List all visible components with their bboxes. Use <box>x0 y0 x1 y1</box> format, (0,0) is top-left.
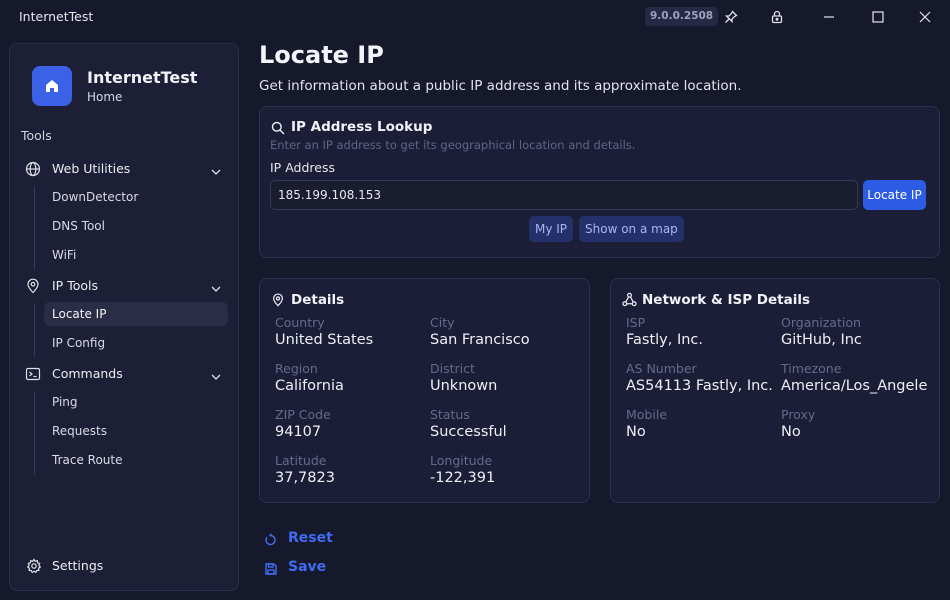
page-description: Get information about a public IP addres… <box>259 78 742 94</box>
minimize-icon[interactable] <box>818 6 840 28</box>
location-pin-icon <box>271 292 285 311</box>
nav-group-ip-tools[interactable]: IP Tools <box>14 273 234 299</box>
timezone-label: Timezone <box>781 361 842 376</box>
maximize-icon[interactable] <box>867 6 889 28</box>
globe-icon <box>25 161 41 177</box>
sidebar-item-requests[interactable]: Requests <box>44 419 228 443</box>
nav-group-label: Commands <box>52 366 123 381</box>
location-pin-icon <box>25 278 41 294</box>
brand-name: InternetTest <box>87 68 198 87</box>
reset-icon <box>264 532 278 551</box>
region-label: Region <box>275 361 318 376</box>
reset-label: Reset <box>288 530 333 546</box>
city-value: San Francisco <box>430 332 530 348</box>
proxy-label: Proxy <box>781 407 816 422</box>
details-title: Details <box>291 292 345 308</box>
latitude-value: 37,7823 <box>275 470 335 486</box>
terminal-icon <box>25 366 41 382</box>
my-ip-button[interactable]: My IP <box>529 216 574 242</box>
ip-lookup-card: IP Address Lookup Enter an IP address to… <box>259 106 940 258</box>
chevron-down-icon[interactable] <box>210 368 222 387</box>
nav-group-label: IP Tools <box>52 278 98 293</box>
settings-label: Settings <box>52 558 104 573</box>
status-label: Status <box>430 407 470 422</box>
sidebar-item-wifi[interactable]: WiFi <box>44 243 228 267</box>
home-icon[interactable] <box>32 66 72 106</box>
isp-label: ISP <box>626 315 646 330</box>
district-value: Unknown <box>430 378 498 394</box>
sidebar-item-ip-config[interactable]: IP Config <box>44 331 228 355</box>
locate-ip-button[interactable]: Locate IP <box>863 180 926 210</box>
as-number-value: AS54113 Fastly, Inc. <box>626 378 773 394</box>
settings-button[interactable]: Settings <box>14 554 234 578</box>
longitude-label: Longitude <box>430 453 493 468</box>
organization-label: Organization <box>781 315 861 330</box>
ip-address-label: IP Address <box>270 160 335 175</box>
version-badge: 9.0.0.2508 <box>645 7 719 26</box>
status-value: Successful <box>430 424 507 440</box>
show-on-map-button[interactable]: Show on a map <box>579 216 684 242</box>
chevron-down-icon[interactable] <box>210 280 222 299</box>
tools-section-label: Tools <box>21 128 52 143</box>
latitude-label: Latitude <box>275 453 327 468</box>
isp-value: Fastly, Inc. <box>626 332 704 348</box>
timezone-value: America/Los_Angeles <box>781 378 927 394</box>
zip-code-label: ZIP Code <box>275 407 331 422</box>
close-icon[interactable] <box>914 6 936 28</box>
sidebar: InternetTest Home Tools Web Utilities Do… <box>9 43 239 591</box>
city-label: City <box>430 315 455 330</box>
search-icon <box>271 120 285 139</box>
country-label: Country <box>275 315 325 330</box>
pin-icon[interactable] <box>720 6 742 28</box>
brand-subtitle: Home <box>87 90 123 104</box>
chevron-down-icon[interactable] <box>210 163 222 182</box>
sidebar-item-dns-tool[interactable]: DNS Tool <box>44 214 228 238</box>
country-value: United States <box>275 332 374 348</box>
title-bar: InternetTest 9.0.0.2508 <box>0 0 950 34</box>
sidebar-item-locate-ip[interactable]: Locate IP <box>44 302 228 326</box>
district-label: District <box>430 361 475 376</box>
nav-group-label: Web Utilities <box>52 161 131 176</box>
details-card: Details Country United States City San F… <box>259 278 590 503</box>
window-title: InternetTest <box>19 9 94 24</box>
nav-tree-line <box>34 391 35 475</box>
isp-card-content: Network & ISP Details ISP Fastly, Inc. O… <box>611 279 927 502</box>
page-title: Locate IP <box>259 41 384 69</box>
network-isp-card: Network & ISP Details ISP Fastly, Inc. O… <box>610 278 940 503</box>
zip-code-value: 94107 <box>275 424 322 440</box>
lock-icon[interactable] <box>766 6 788 28</box>
nav-tree-line <box>34 303 35 357</box>
save-label: Save <box>288 559 327 575</box>
region-value: California <box>275 378 344 394</box>
lookup-subtitle: Enter an IP address to get its geographi… <box>270 138 636 152</box>
nav-group-commands[interactable]: Commands <box>14 361 234 387</box>
mobile-label: Mobile <box>626 407 668 422</box>
sidebar-item-ping[interactable]: Ping <box>44 390 228 414</box>
longitude-value: -122,391 <box>430 470 496 486</box>
sidebar-item-trace-route[interactable]: Trace Route <box>44 448 228 472</box>
as-number-label: AS Number <box>626 361 697 376</box>
gear-icon <box>26 558 42 578</box>
save-icon <box>264 561 278 580</box>
ip-address-input[interactable] <box>270 180 858 210</box>
mobile-value: No <box>626 424 646 440</box>
organization-value: GitHub, Inc <box>781 332 862 348</box>
network-icon <box>622 292 637 311</box>
nav-group-web-utilities[interactable]: Web Utilities <box>14 156 234 182</box>
proxy-value: No <box>781 424 801 440</box>
isp-title: Network & ISP Details <box>642 292 811 308</box>
lookup-title: IP Address Lookup <box>291 119 433 135</box>
sidebar-item-downdetector[interactable]: DownDetector <box>44 185 228 209</box>
nav-tree-line <box>34 186 35 270</box>
